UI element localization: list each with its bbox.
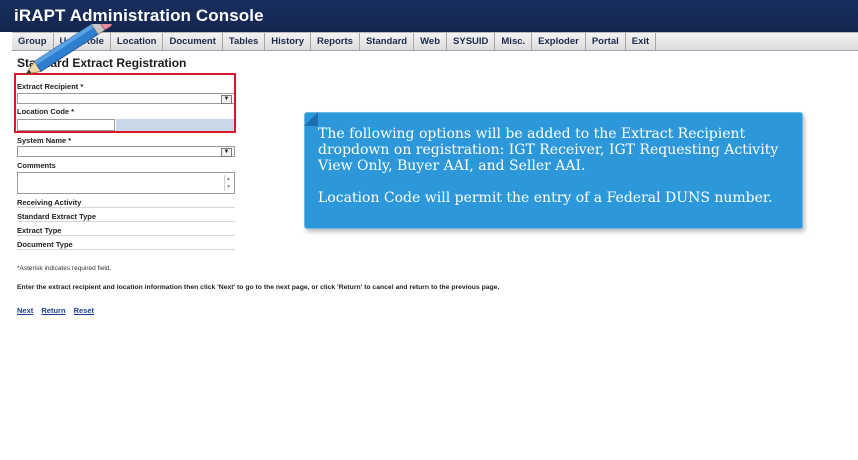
divider xyxy=(17,207,235,208)
app-title: iRAPT Administration Console xyxy=(14,6,264,25)
comments-label: Comments xyxy=(17,161,56,170)
info-callout: The following options will be added to t… xyxy=(304,112,803,229)
divider xyxy=(17,221,235,222)
pencil-icon xyxy=(25,24,112,75)
textarea-scrollbar[interactable]: ▲ ▼ xyxy=(224,175,232,191)
reset-link[interactable]: Reset xyxy=(74,306,94,315)
instruction-text: Enter the extract recipient and location… xyxy=(17,284,500,291)
menu-item-reports[interactable]: Reports xyxy=(311,33,360,50)
menu-item-history[interactable]: History xyxy=(265,33,312,50)
system-name-select[interactable]: ▼ xyxy=(17,146,235,157)
menu-item-document[interactable]: Document xyxy=(163,33,223,50)
divider xyxy=(17,235,235,236)
highlight-box xyxy=(14,73,236,133)
menu-item-exploder[interactable]: Exploder xyxy=(532,33,586,50)
callout-text-options: The following options will be added to t… xyxy=(318,126,779,174)
callout-text-location: Location Code will permit the entry of a… xyxy=(318,190,773,206)
menu-item-web[interactable]: Web xyxy=(414,33,448,50)
menu-item-portal[interactable]: Portal xyxy=(586,33,626,50)
comments-textarea[interactable]: ▲ ▼ xyxy=(17,172,235,194)
return-link[interactable]: Return xyxy=(41,306,65,315)
menu-item-tables[interactable]: Tables xyxy=(223,33,266,50)
standard-extract-type-label: Standard Extract Type xyxy=(17,212,97,221)
required-field-note: *Asterisk indicates required field. xyxy=(17,265,112,272)
document-type-label: Document Type xyxy=(17,240,73,249)
dropdown-arrow-icon: ▼ xyxy=(221,148,232,157)
menu-item-standard[interactable]: Standard xyxy=(360,33,415,50)
menu-item-exit[interactable]: Exit xyxy=(626,33,657,50)
title-bar: iRAPT Administration Console xyxy=(0,0,858,32)
extract-type-label: Extract Type xyxy=(17,226,62,235)
main-menu-bar: Group User Role Location Document Tables… xyxy=(12,32,858,51)
next-link[interactable]: Next xyxy=(17,306,33,315)
system-name-label: System Name * xyxy=(17,136,72,145)
menu-item-misc[interactable]: Misc. xyxy=(495,33,533,50)
receiving-activity-label: Receiving Activity xyxy=(17,198,82,207)
menu-item-sysuid[interactable]: SYSUID xyxy=(447,33,496,50)
action-links: Next Return Reset xyxy=(17,306,100,315)
divider xyxy=(17,249,235,250)
